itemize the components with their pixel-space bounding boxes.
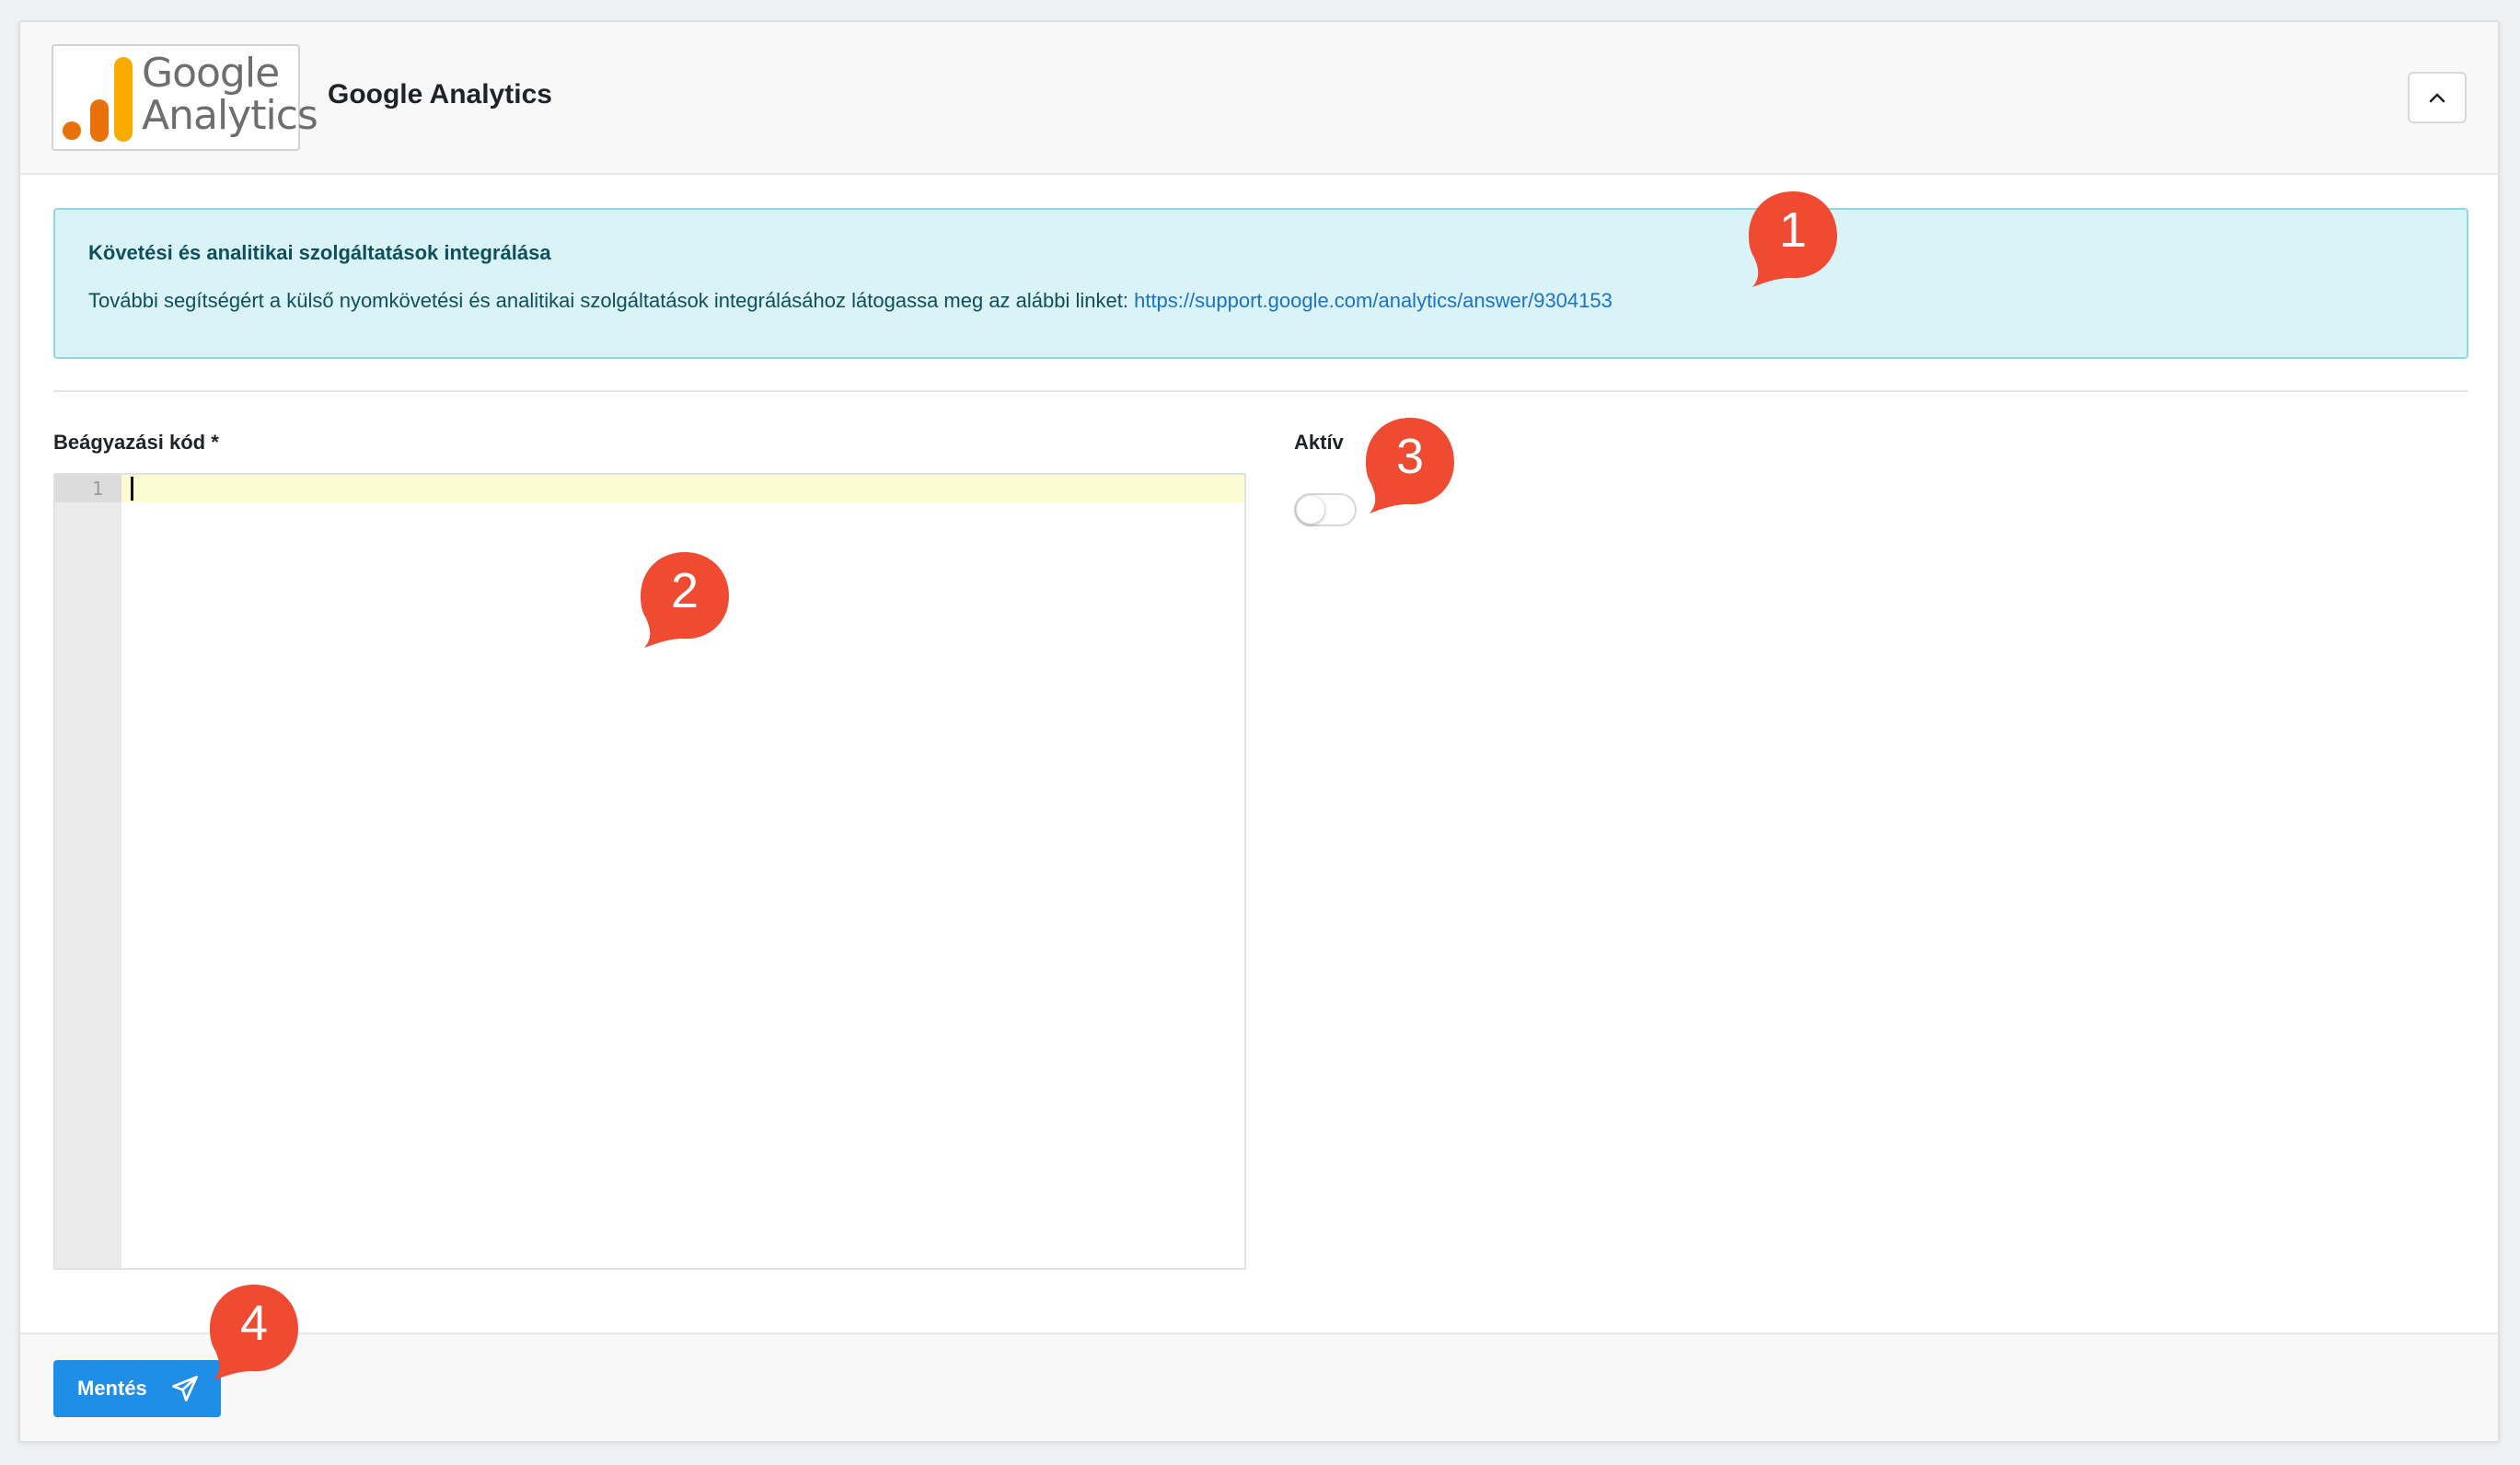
annotation-marker-3: 3	[1364, 416, 1456, 513]
logo-dot-mark	[63, 121, 81, 140]
embed-code-label: Beágyazási kód *	[53, 431, 219, 454]
card-footer: Mentés	[20, 1332, 2498, 1441]
active-toggle[interactable]	[1294, 493, 1357, 526]
chevron-up-icon	[2429, 93, 2445, 103]
marker-number: 3	[1395, 429, 1425, 484]
support-link[interactable]: https://support.google.com/analytics/ans…	[1134, 289, 1613, 312]
info-alert: Követési és analitikai szolgáltatások in…	[53, 208, 2468, 359]
collapse-button[interactable]	[2408, 72, 2467, 123]
logo-word-google: Google	[142, 50, 280, 97]
marker-number: 4	[239, 1296, 269, 1351]
google-analytics-logo: Google Analytics	[52, 44, 318, 151]
integration-card: Google Analytics Google Analytics Követé…	[18, 20, 2500, 1443]
text-cursor	[131, 477, 133, 501]
gutter-active-line: 1	[55, 475, 121, 502]
section-divider	[53, 390, 2468, 392]
save-button-label: Mentés	[77, 1377, 147, 1400]
editor-active-line[interactable]	[121, 475, 1244, 502]
marker-number: 2	[670, 563, 699, 618]
send-icon	[172, 1376, 198, 1402]
alert-text: További segítségért a külső nyomkövetési…	[88, 289, 1613, 313]
alert-body: További segítségért a külső nyomkövetési…	[88, 289, 1135, 312]
logo-word-analytics: Analytics	[142, 92, 318, 139]
annotation-marker-2: 2	[639, 550, 731, 648]
line-number: 1	[91, 478, 103, 500]
editor-gutter	[55, 475, 121, 1268]
save-button[interactable]: Mentés	[53, 1360, 221, 1417]
active-label: Aktív	[1294, 431, 1344, 454]
toggle-knob	[1297, 496, 1324, 524]
annotation-marker-1: 1	[1747, 190, 1839, 287]
marker-number: 1	[1778, 202, 1808, 258]
annotation-marker-4: 4	[208, 1283, 300, 1380]
card-header: Google Analytics Google Analytics	[20, 22, 2498, 175]
logo-bar-tall	[114, 57, 133, 142]
logo-bar-mid	[90, 99, 109, 142]
page-title: Google Analytics	[328, 79, 552, 110]
alert-title: Követési és analitikai szolgáltatások in…	[88, 241, 551, 264]
